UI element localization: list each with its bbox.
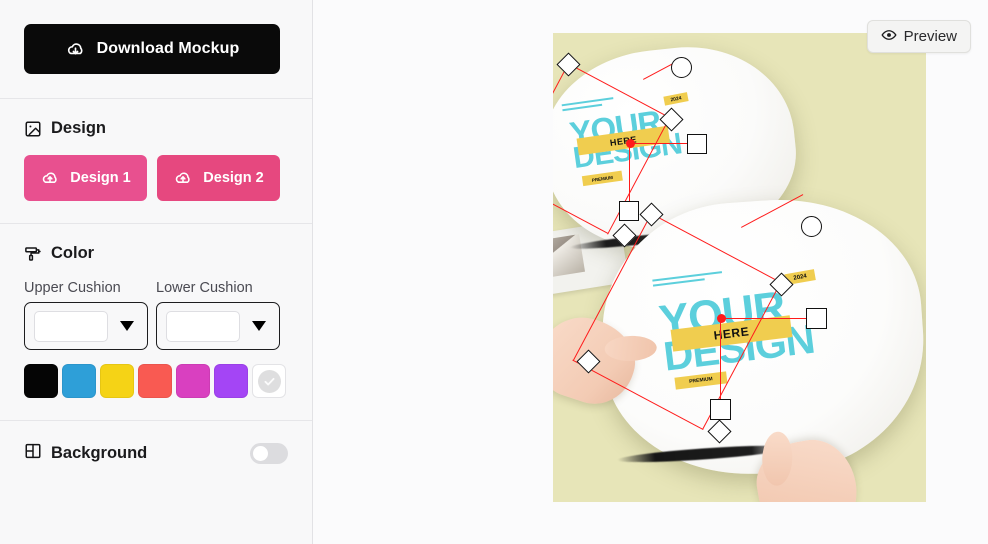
image-icon xyxy=(24,120,42,138)
cloud-upload-icon xyxy=(173,168,193,188)
upper-cushion-label-col: Upper Cushion xyxy=(24,280,148,296)
eye-icon xyxy=(881,27,897,47)
design-button-row: Design 1 Design 2 xyxy=(24,155,288,201)
color-swatch-blue[interactable] xyxy=(62,364,96,398)
selection-handle-scale[interactable] xyxy=(806,308,827,329)
design-2-label: Design 2 xyxy=(203,170,264,186)
check-icon xyxy=(257,369,281,393)
sidebar: Download Mockup Design Design 1 Design 2… xyxy=(0,0,313,544)
cloud-upload-icon xyxy=(40,168,60,188)
color-section-header: Color xyxy=(24,244,288,263)
background-section-header: Background xyxy=(24,442,147,465)
selection-center-point xyxy=(717,314,726,323)
lower-cushion-label-col: Lower Cushion xyxy=(156,280,280,296)
color-swatch-purple[interactable] xyxy=(214,364,248,398)
lower-cushion-label: Lower Cushion xyxy=(156,280,253,296)
design-1-button[interactable]: Design 1 xyxy=(24,155,147,201)
layout-grid-icon xyxy=(24,442,42,465)
color-selects-row xyxy=(24,302,288,350)
selection-scale-axis xyxy=(721,318,817,320)
selection-rotate-axis xyxy=(719,318,721,410)
preview-button[interactable]: Preview xyxy=(866,20,971,53)
app-root: Download Mockup Design Design 1 Design 2… xyxy=(0,0,988,544)
download-mockup-label: Download Mockup xyxy=(96,40,240,57)
selection-handle-resize[interactable] xyxy=(619,201,639,221)
upper-cushion-label: Upper Cushion xyxy=(24,280,121,296)
chevron-down-icon xyxy=(252,321,266,331)
background-toggle[interactable] xyxy=(250,443,288,464)
selection-handle-rotate[interactable] xyxy=(671,57,692,78)
color-section-title: Color xyxy=(51,244,95,262)
selection-handle-corner[interactable] xyxy=(556,52,581,77)
color-swatch-white[interactable] xyxy=(252,364,286,398)
paint-roller-icon xyxy=(24,245,42,263)
color-section: Color Upper Cushion Lower Cushion xyxy=(0,224,312,421)
color-swatch-magenta[interactable] xyxy=(176,364,210,398)
preview-label: Preview xyxy=(903,28,957,45)
color-swatch-coral[interactable] xyxy=(138,364,172,398)
color-swatch-black[interactable] xyxy=(24,364,58,398)
mockup-stage[interactable]: YOUR DESIGN 2024 HERE PREMIUM YOUR DESIG… xyxy=(553,33,926,502)
lower-cushion-color-select[interactable] xyxy=(156,302,280,350)
design-1-label: Design 1 xyxy=(70,170,131,186)
selection-handle-rotate[interactable] xyxy=(801,216,822,237)
design-section-header: Design xyxy=(24,119,288,138)
cloud-download-icon xyxy=(65,39,86,60)
upper-cushion-color-select[interactable] xyxy=(24,302,148,350)
color-swatch-row xyxy=(24,364,288,398)
selection-scale-axis xyxy=(630,143,693,145)
background-toggle-knob xyxy=(253,446,268,461)
download-block: Download Mockup xyxy=(0,0,312,99)
design-section: Design Design 1 Design 2 xyxy=(0,99,312,224)
canvas-area: YOUR DESIGN 2024 HERE PREMIUM YOUR DESIG… xyxy=(313,0,988,544)
download-mockup-button[interactable]: Download Mockup xyxy=(24,24,280,74)
lower-cushion-color-preview xyxy=(166,310,240,342)
design-2-button[interactable]: Design 2 xyxy=(157,155,280,201)
chevron-down-icon xyxy=(120,321,134,331)
artwork-lower[interactable]: YOUR DESIGN 2024 HERE PREMIUM xyxy=(652,255,832,402)
color-swatch-yellow[interactable] xyxy=(100,364,134,398)
right-hand-finger xyxy=(761,431,794,487)
color-field-labels: Upper Cushion Lower Cushion xyxy=(24,280,288,296)
selection-handle-resize[interactable] xyxy=(710,399,731,420)
selection-handle-scale[interactable] xyxy=(687,134,707,154)
background-section: Background xyxy=(0,421,312,465)
upper-cushion-color-preview xyxy=(34,310,108,342)
selection-center-point xyxy=(626,139,635,148)
design-section-title: Design xyxy=(51,119,107,137)
background-section-title: Background xyxy=(51,444,148,462)
